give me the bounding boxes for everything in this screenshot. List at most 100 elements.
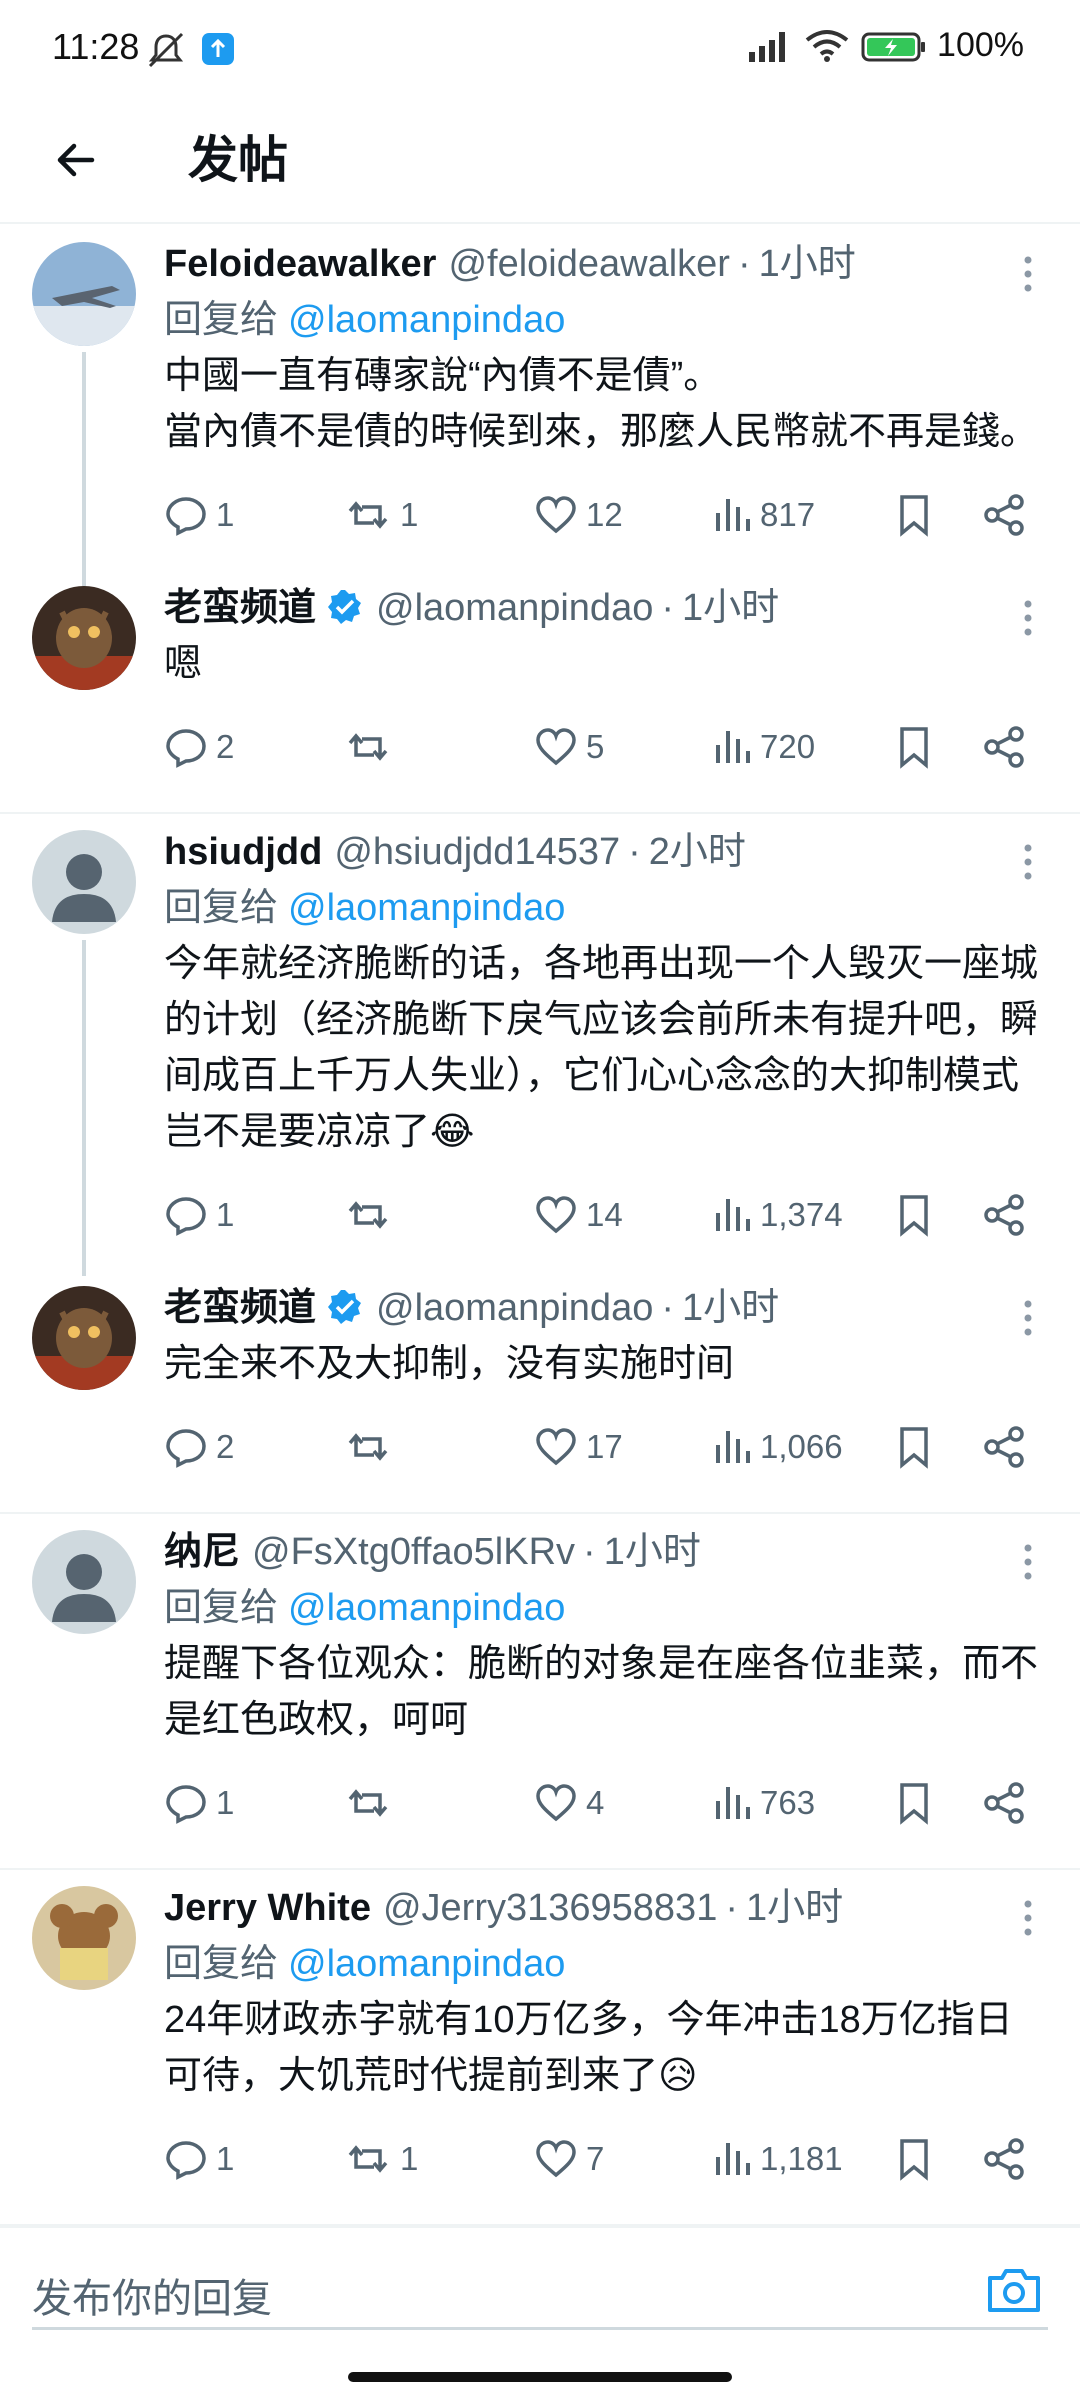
avatar[interactable] <box>32 830 136 934</box>
views-count: 1,066 <box>760 1428 843 1465</box>
avatar[interactable] <box>32 1286 136 1390</box>
retweet-button[interactable]: 1 <box>344 2137 418 2181</box>
retweet-icon <box>348 1789 388 1817</box>
views-button[interactable]: 720 <box>712 725 815 769</box>
tweet[interactable]: hsiudjdd @hsiudjdd14537 · 2小时 回复给 @laoman… <box>0 814 1080 1276</box>
back-button[interactable] <box>40 124 112 196</box>
retweet-button[interactable] <box>344 1425 400 1469</box>
author-handle[interactable]: @hsiudjdd14537 <box>334 824 620 880</box>
author-name[interactable]: 纳尼 <box>164 1524 240 1580</box>
views-button[interactable]: 817 <box>712 493 815 537</box>
reply-thread: 纳尼 @FsXtg0ffao5lKRv · 1小时 回复给 @laomanpind… <box>0 1514 1080 1870</box>
bookmark-icon <box>900 727 928 769</box>
bookmark-button[interactable] <box>894 2137 942 2181</box>
retweet-button[interactable]: 1 <box>344 493 418 537</box>
more-icon[interactable] <box>1020 1298 1036 1338</box>
share-icon <box>984 2138 1024 2180</box>
share-button[interactable] <box>982 493 1034 537</box>
avatar[interactable] <box>32 586 136 690</box>
reply-thread: hsiudjdd @hsiudjdd14537 · 2小时 回复给 @laoman… <box>0 814 1080 1514</box>
views-button[interactable]: 1,374 <box>712 1193 843 1237</box>
more-icon[interactable] <box>1020 842 1036 882</box>
avatar[interactable] <box>32 242 136 346</box>
author-name[interactable]: 老蛮频道 <box>164 580 316 636</box>
views-button[interactable]: 1,066 <box>712 1425 843 1469</box>
reply-button[interactable]: 2 <box>164 1425 234 1469</box>
signal-icon <box>749 31 786 62</box>
tweet[interactable]: 纳尼 @FsXtg0ffao5lKRv · 1小时 回复给 @laomanpind… <box>0 1514 1080 1858</box>
mention-link[interactable]: @laomanpindao <box>288 1587 565 1629</box>
share-icon <box>984 494 1024 536</box>
more-icon[interactable] <box>1020 598 1036 638</box>
tweet[interactable]: 老蛮频道 @laomanpindao · 1小时 嗯 2 5 720 <box>0 570 1080 802</box>
author-handle[interactable]: @Jerry3136958831 <box>383 1880 717 1936</box>
mention-link[interactable]: @laomanpindao <box>288 887 565 929</box>
reply-button[interactable]: 1 <box>164 493 234 537</box>
tweet[interactable]: Jerry White @Jerry3136958831 · 1小时 回复给 @l… <box>0 1870 1080 2214</box>
camera-icon[interactable] <box>984 2262 1044 2318</box>
share-button[interactable] <box>982 2137 1034 2181</box>
author-name[interactable]: Feloideawalker <box>164 236 436 292</box>
bookmark-button[interactable] <box>894 493 942 537</box>
like-button[interactable]: 7 <box>534 2137 604 2181</box>
bookmark-icon <box>900 495 928 537</box>
reply-button[interactable]: 1 <box>164 2137 234 2181</box>
like-button[interactable]: 4 <box>534 1781 604 1825</box>
author-handle[interactable]: @feloideawalker <box>448 236 730 292</box>
bookmark-button[interactable] <box>894 1193 942 1237</box>
avatar[interactable] <box>32 1886 136 1990</box>
bookmark-button[interactable] <box>894 1425 942 1469</box>
share-button[interactable] <box>982 725 1034 769</box>
share-button[interactable] <box>982 1781 1034 1825</box>
tweet[interactable]: 老蛮频道 @laomanpindao · 1小时 完全来不及大抑制，没有实施时间… <box>0 1270 1080 1502</box>
mention-link[interactable]: @laomanpindao <box>288 1943 565 1985</box>
retweet-icon <box>348 733 388 761</box>
heart-icon <box>536 496 576 534</box>
share-button[interactable] <box>982 1193 1034 1237</box>
reply-button[interactable]: 2 <box>164 725 234 769</box>
reply-count: 1 <box>216 1196 235 1233</box>
like-button[interactable]: 17 <box>534 1425 623 1469</box>
verified-badge-icon <box>328 590 362 624</box>
tweet[interactable]: Feloideawalker @feloideawalker · 1小时 回复给… <box>0 226 1080 632</box>
author-name[interactable]: Jerry White <box>164 1880 371 1936</box>
views-icon <box>716 1199 750 1231</box>
action-bar: 1 1 7 1,181 <box>164 2104 1048 2214</box>
author-name[interactable]: 老蛮频道 <box>164 1280 316 1336</box>
more-icon[interactable] <box>1020 254 1036 294</box>
share-icon <box>984 726 1024 768</box>
retweet-button[interactable] <box>344 1781 400 1825</box>
home-indicator[interactable] <box>348 2372 732 2382</box>
heart-icon <box>536 1784 576 1822</box>
share-button[interactable] <box>982 1425 1034 1469</box>
reply-to-line: 回复给 @laomanpindao <box>164 299 566 341</box>
more-icon[interactable] <box>1020 1898 1036 1938</box>
bookmark-icon <box>900 1427 928 1469</box>
like-button[interactable]: 12 <box>534 493 623 537</box>
reply-button[interactable]: 1 <box>164 1193 234 1237</box>
like-button[interactable]: 5 <box>534 725 604 769</box>
action-bar: 2 17 1,066 <box>164 1392 1048 1502</box>
tweet-text: 24年财政赤字就有10万亿多，今年冲击18万亿指日可待，大饥荒时代提前到来了😥 <box>164 1999 1013 2097</box>
tweet-time: 1小时 <box>682 587 780 629</box>
bookmark-button[interactable] <box>894 725 942 769</box>
top-bar: 发帖 <box>0 96 1080 224</box>
reply-count: 1 <box>216 2140 235 2177</box>
retweet-button[interactable] <box>344 1193 400 1237</box>
like-button[interactable]: 14 <box>534 1193 623 1237</box>
author-handle[interactable]: @FsXtg0ffao5lKRv <box>252 1524 575 1580</box>
retweet-button[interactable] <box>344 725 400 769</box>
mention-link[interactable]: @laomanpindao <box>288 299 565 341</box>
reply-input[interactable]: 发布你的回复 <box>32 2258 1048 2330</box>
bookmark-icon <box>900 2139 928 2181</box>
bookmark-button[interactable] <box>894 1781 942 1825</box>
author-handle[interactable]: @laomanpindao <box>376 1280 653 1336</box>
views-button[interactable]: 1,181 <box>712 2137 843 2181</box>
avatar[interactable] <box>32 1530 136 1634</box>
heart-icon <box>536 1196 576 1234</box>
author-handle[interactable]: @laomanpindao <box>376 580 653 636</box>
views-button[interactable]: 763 <box>712 1781 815 1825</box>
author-name[interactable]: hsiudjdd <box>164 824 322 880</box>
more-icon[interactable] <box>1020 1542 1036 1582</box>
reply-button[interactable]: 1 <box>164 1781 234 1825</box>
